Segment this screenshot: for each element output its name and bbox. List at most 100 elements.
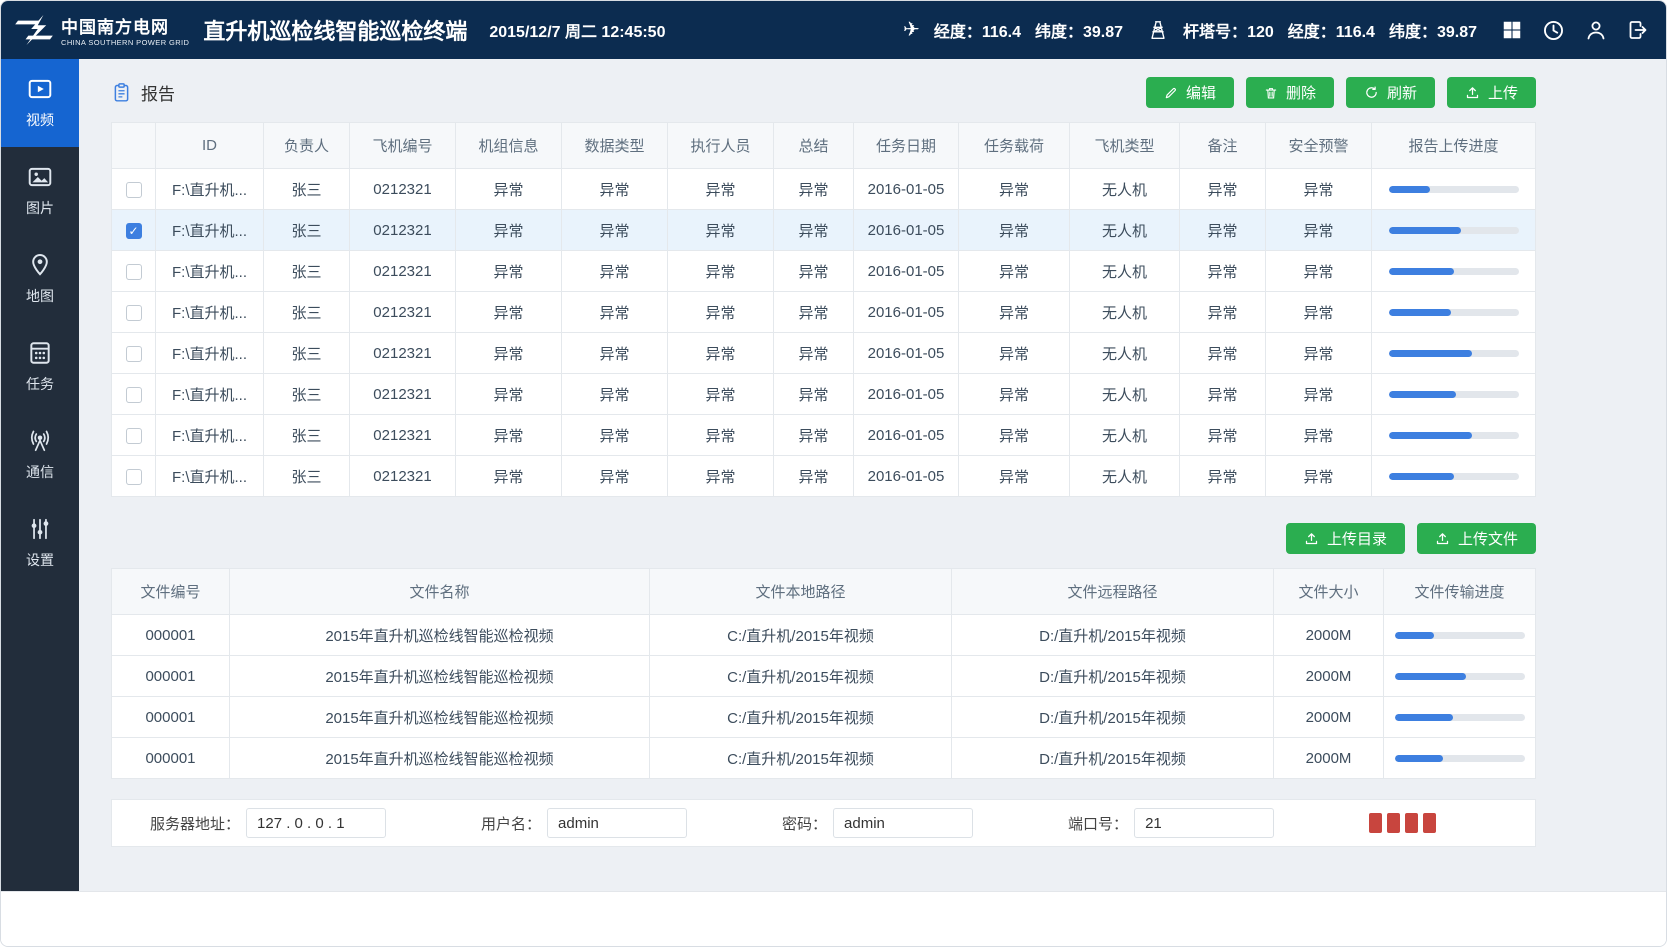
row-checkbox[interactable] [126,264,142,280]
cell-progress [1384,615,1536,656]
sidebar-item-video[interactable]: 视频 [1,59,79,147]
status-light [1423,813,1436,833]
cell-local_path: C:/直升机/2015年视频 [650,615,952,656]
report-row[interactable]: F:\直升机...张三0212321异常异常异常异常2016-01-05异常无人… [112,415,1536,456]
progress-bar [1389,309,1519,316]
column-header: 安全预警 [1266,123,1372,169]
brand: 中国南方电网 CHINA SOUTHERN POWER GRID [15,13,189,47]
cell-payload: 异常 [959,169,1070,210]
upload-icon [1465,85,1480,100]
cell-payload: 异常 [959,292,1070,333]
cell-progress [1384,656,1536,697]
report-row[interactable]: F:\直升机...张三0212321异常异常异常异常2016-01-05异常无人… [112,374,1536,415]
file-row[interactable]: 0000012015年直升机巡检线智能巡检视频C:/直升机/2015年视频D:/… [112,738,1536,779]
progress-bar [1389,432,1519,439]
history-icon[interactable] [1541,18,1566,43]
column-header: 负责人 [264,123,350,169]
map-pin-icon [27,252,53,278]
cell-executor: 异常 [668,210,774,251]
report-table-head-row: ID负责人飞机编号机组信息数据类型执行人员总结任务日期任务载荷飞机类型备注安全预… [112,123,1536,169]
upload-file-button[interactable]: 上传文件 [1417,523,1536,554]
cell-task_date: 2016-01-05 [854,292,959,333]
progress-bar [1389,473,1519,480]
refresh-button-label: 刷新 [1387,82,1417,103]
report-row[interactable]: F:\直升机...张三0212321异常异常异常异常2016-01-05异常无人… [112,456,1536,497]
server-address-input[interactable] [246,808,386,838]
status-light [1369,813,1382,833]
cell-id: F:\直升机... [156,456,264,497]
cell-summary: 异常 [774,333,854,374]
cell-plane_no: 0212321 [350,251,456,292]
username-input[interactable] [547,808,687,838]
file-toolbar: 上传目录 上传文件 [111,523,1536,554]
row-checkbox[interactable]: ✓ [126,223,142,239]
cell-data_type: 异常 [562,456,668,497]
edit-button[interactable]: 编辑 [1146,77,1234,108]
cell-summary: 异常 [774,292,854,333]
cell-payload: 异常 [959,333,1070,374]
file-row[interactable]: 0000012015年直升机巡检线智能巡检视频C:/直升机/2015年视频D:/… [112,656,1536,697]
cell-crew_info: 异常 [456,333,562,374]
progress-fill [1389,227,1462,234]
cell-owner: 张三 [264,169,350,210]
sidebar-item-map[interactable]: 地图 [1,235,79,323]
user-icon[interactable] [1584,18,1608,42]
report-row[interactable]: F:\直升机...张三0212321异常异常异常异常2016-01-05异常无人… [112,292,1536,333]
cell-file_name: 2015年直升机巡检线智能巡检视频 [230,615,650,656]
report-row[interactable]: F:\直升机...张三0212321异常异常异常异常2016-01-05异常无人… [112,251,1536,292]
row-checkbox[interactable] [126,346,142,362]
upload-button-label: 上传 [1488,82,1518,103]
cell-payload: 异常 [959,251,1070,292]
checkbox-cell [112,169,156,210]
cell-data_type: 异常 [562,415,668,456]
report-row[interactable]: F:\直升机...张三0212321异常异常异常异常2016-01-05异常无人… [112,169,1536,210]
cell-id: F:\直升机... [156,415,264,456]
report-row[interactable]: F:\直升机...张三0212321异常异常异常异常2016-01-05异常无人… [112,333,1536,374]
status-lights [1369,813,1436,833]
column-header: 机组信息 [456,123,562,169]
refresh-button[interactable]: 刷新 [1346,77,1435,108]
cell-id: F:\直升机... [156,292,264,333]
cell-plane_no: 0212321 [350,292,456,333]
sidebar-item-settings[interactable]: 设置 [1,499,79,587]
cell-owner: 张三 [264,456,350,497]
upload-icon [1435,531,1450,546]
column-header: 总结 [774,123,854,169]
cell-crew_info: 异常 [456,292,562,333]
upload-directory-button[interactable]: 上传目录 [1286,523,1405,554]
row-checkbox[interactable] [126,182,142,198]
cell-size: 2000M [1274,738,1384,779]
progress-bar [1389,350,1519,357]
password-input[interactable] [833,808,973,838]
cell-progress [1372,456,1536,497]
antenna-icon [27,428,53,454]
report-row[interactable]: ✓F:\直升机...张三0212321异常异常异常异常2016-01-05异常无… [112,210,1536,251]
row-checkbox[interactable] [126,428,142,444]
file-row[interactable]: 0000012015年直升机巡检线智能巡检视频C:/直升机/2015年视频D:/… [112,615,1536,656]
sidebar-item-images[interactable]: 图片 [1,147,79,235]
cell-crew_info: 异常 [456,210,562,251]
clipboard-icon [111,82,132,103]
sidebar-item-tasks[interactable]: 任务 [1,323,79,411]
cell-data_type: 异常 [562,374,668,415]
port-input[interactable] [1134,808,1274,838]
sliders-icon [27,516,53,542]
cell-id: F:\直升机... [156,333,264,374]
column-header: 文件名称 [230,569,650,615]
sidebar: 视频 图片 地图 任务 通信 设置 [1,59,79,891]
file-row[interactable]: 0000012015年直升机巡检线智能巡检视频C:/直升机/2015年视频D:/… [112,697,1536,738]
row-checkbox[interactable] [126,387,142,403]
column-header: 文件本地路径 [650,569,952,615]
row-checkbox[interactable] [126,469,142,485]
row-checkbox[interactable] [126,305,142,321]
cell-plane_no: 0212321 [350,210,456,251]
report-table: ID负责人飞机编号机组信息数据类型执行人员总结任务日期任务载荷飞机类型备注安全预… [111,122,1536,497]
windows-icon[interactable] [1501,19,1523,41]
cell-plane_type: 无人机 [1070,169,1180,210]
upload-button[interactable]: 上传 [1447,77,1536,108]
window-bottom-area [1,891,1666,946]
delete-button[interactable]: 删除 [1246,77,1334,108]
logout-icon[interactable] [1626,18,1650,42]
cell-size: 2000M [1274,656,1384,697]
sidebar-item-communication[interactable]: 通信 [1,411,79,499]
